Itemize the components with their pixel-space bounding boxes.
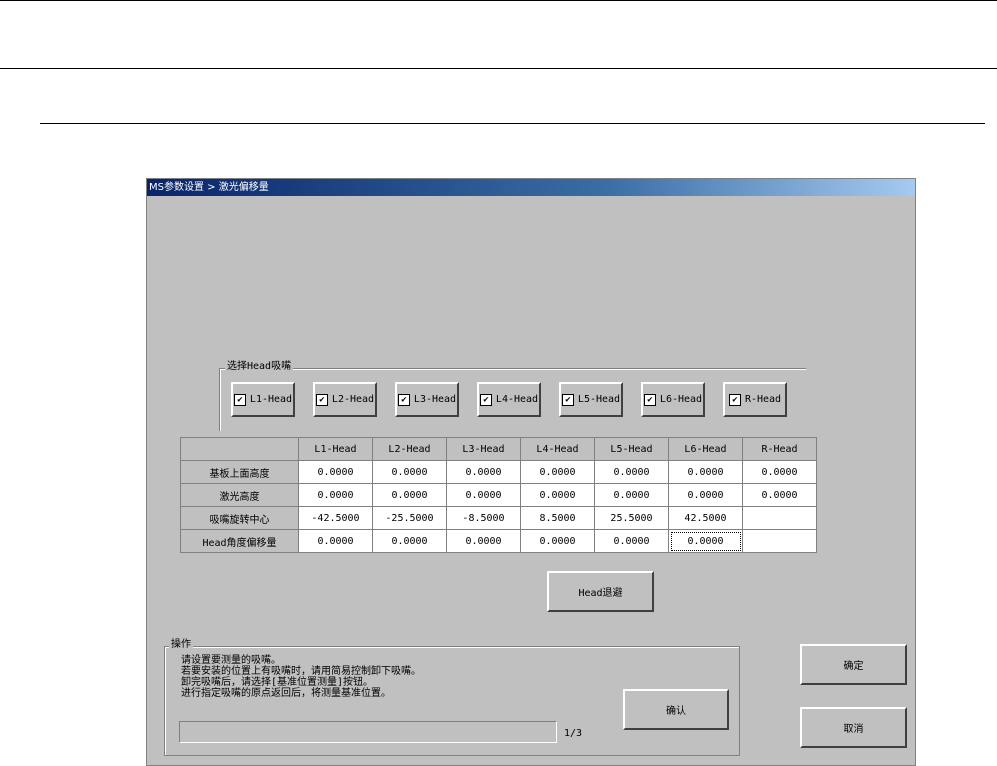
table-cell[interactable]: [742, 529, 817, 553]
checkbox-icon: ✔: [643, 393, 656, 406]
table-cell[interactable]: 0.0000: [668, 460, 743, 484]
operation-line: 卸完吸嘴后，请选择[基准位置测量]按钮。: [181, 677, 374, 688]
head-toggle-l6[interactable]: ✔ L6-Head: [641, 382, 705, 417]
table-row: 激光高度 0.0000 0.0000 0.0000 0.0000 0.0000 …: [180, 483, 817, 507]
confirm-button[interactable]: 确认: [623, 689, 729, 730]
table-cell[interactable]: 0.0000: [298, 460, 373, 484]
checkbox-icon: ✔: [561, 393, 574, 406]
table-cell[interactable]: 0.0000: [594, 460, 669, 484]
column-header: L3-Head: [446, 437, 521, 461]
table-cell[interactable]: 0.0000: [668, 483, 743, 507]
checkbox-icon: ✔: [397, 393, 410, 406]
table-row: 基板上面高度 0.0000 0.0000 0.0000 0.0000 0.000…: [180, 460, 817, 484]
row-header: Head角度偏移量: [180, 529, 299, 553]
progress-bar: [179, 721, 557, 743]
head-select-legend: 选择Head吸嘴: [225, 361, 294, 373]
table-cell[interactable]: 0.0000: [298, 529, 373, 553]
operation-line: 请设置要测量的吸嘴。: [181, 655, 281, 666]
checkbox-icon: ✔: [315, 393, 328, 406]
table-header-row: L1-Head L2-Head L3-Head L4-Head L5-Head …: [180, 437, 817, 461]
table-cell[interactable]: -25.5000: [372, 506, 447, 530]
head-evade-button[interactable]: Head退避: [547, 571, 654, 612]
column-header: L5-Head: [594, 437, 669, 461]
table-cell[interactable]: 42.5000: [668, 506, 743, 530]
head-toggle-label: L2-Head: [331, 394, 375, 405]
offset-table: L1-Head L2-Head L3-Head L4-Head L5-Head …: [180, 437, 817, 553]
checkbox-icon: ✔: [479, 393, 492, 406]
checkbox-icon: ✔: [233, 393, 246, 406]
table-cell[interactable]: 0.0000: [520, 529, 595, 553]
table-corner-cell: [180, 437, 299, 461]
table-cell[interactable]: 0.0000: [372, 460, 447, 484]
table-cell[interactable]: 0.0000: [594, 529, 669, 553]
table-row: Head角度偏移量 0.0000 0.0000 0.0000 0.0000 0.…: [180, 529, 817, 553]
column-header: L1-Head: [298, 437, 373, 461]
table-cell[interactable]: -42.5000: [298, 506, 373, 530]
header-rule: [0, 68, 997, 69]
table-cell[interactable]: 0.0000: [298, 483, 373, 507]
table-cell[interactable]: 8.5000: [520, 506, 595, 530]
head-toggle-l5[interactable]: ✔ L5-Head: [559, 382, 623, 417]
table-cell[interactable]: 0.0000: [372, 529, 447, 553]
table-cell[interactable]: 0.0000: [520, 460, 595, 484]
head-toggle-label: L5-Head: [577, 394, 621, 405]
progress-text: 1/3: [564, 728, 583, 739]
table-cell[interactable]: [742, 506, 817, 530]
ok-button[interactable]: 确定: [800, 644, 907, 685]
row-header: 吸嘴旋转中心: [180, 506, 299, 530]
window-title: MS参数设置 > 激光偏移量: [147, 179, 915, 196]
head-toggle-l4[interactable]: ✔ L4-Head: [477, 382, 541, 417]
row-header: 基板上面高度: [180, 460, 299, 484]
head-toggle-label: L1-Head: [249, 394, 293, 405]
table-cell[interactable]: 0.0000: [372, 483, 447, 507]
cancel-button[interactable]: 取消: [800, 707, 907, 748]
column-header: L6-Head: [668, 437, 743, 461]
table-row: 吸嘴旋转中心 -42.5000 -25.5000 -8.5000 8.5000 …: [180, 506, 817, 530]
table-cell[interactable]: 25.5000: [594, 506, 669, 530]
operation-legend: 操作: [169, 639, 193, 651]
settings-window: MS参数设置 > 激光偏移量 选择Head吸嘴 ✔ L1-Head ✔ L2-H…: [146, 178, 916, 766]
head-toggle-label: R-Head: [744, 394, 782, 405]
column-header: R-Head: [742, 437, 817, 461]
table-cell[interactable]: 0.0000: [446, 529, 521, 553]
head-toggle-label: L6-Head: [659, 394, 703, 405]
table-cell[interactable]: 0.0000: [446, 483, 521, 507]
head-toggle-l3[interactable]: ✔ L3-Head: [395, 382, 459, 417]
head-toggle-l2[interactable]: ✔ L2-Head: [313, 382, 377, 417]
table-cell[interactable]: 0.0000: [446, 460, 521, 484]
head-toggle-r[interactable]: ✔ R-Head: [723, 382, 787, 417]
checkbox-icon: ✔: [728, 393, 741, 406]
table-cell[interactable]: 0.0000: [594, 483, 669, 507]
head-toggle-label: L4-Head: [495, 394, 539, 405]
table-cell[interactable]: 0.0000: [742, 483, 817, 507]
table-cell[interactable]: 0.0000: [520, 483, 595, 507]
column-header: L2-Head: [372, 437, 447, 461]
row-header: 激光高度: [180, 483, 299, 507]
operation-message: 请设置要测量的吸嘴。 若要安装的位置上有吸嘴时，请用简易控制卸下吸嘴。 卸完吸嘴…: [181, 655, 421, 699]
operation-line: 若要安装的位置上有吸嘴时，请用简易控制卸下吸嘴。: [181, 666, 421, 677]
table-cell[interactable]: -8.5000: [446, 506, 521, 530]
top-rule: [0, 0, 997, 1]
operation-line: 进行指定吸嘴的原点返回后，将测量基准位置。: [181, 688, 391, 699]
head-toggle-label: L3-Head: [413, 394, 457, 405]
table-cell-selected[interactable]: 0.0000: [668, 529, 743, 553]
section-rule: [40, 123, 985, 124]
table-cell[interactable]: 0.0000: [742, 460, 817, 484]
head-toggle-l1[interactable]: ✔ L1-Head: [231, 382, 295, 417]
column-header: L4-Head: [520, 437, 595, 461]
